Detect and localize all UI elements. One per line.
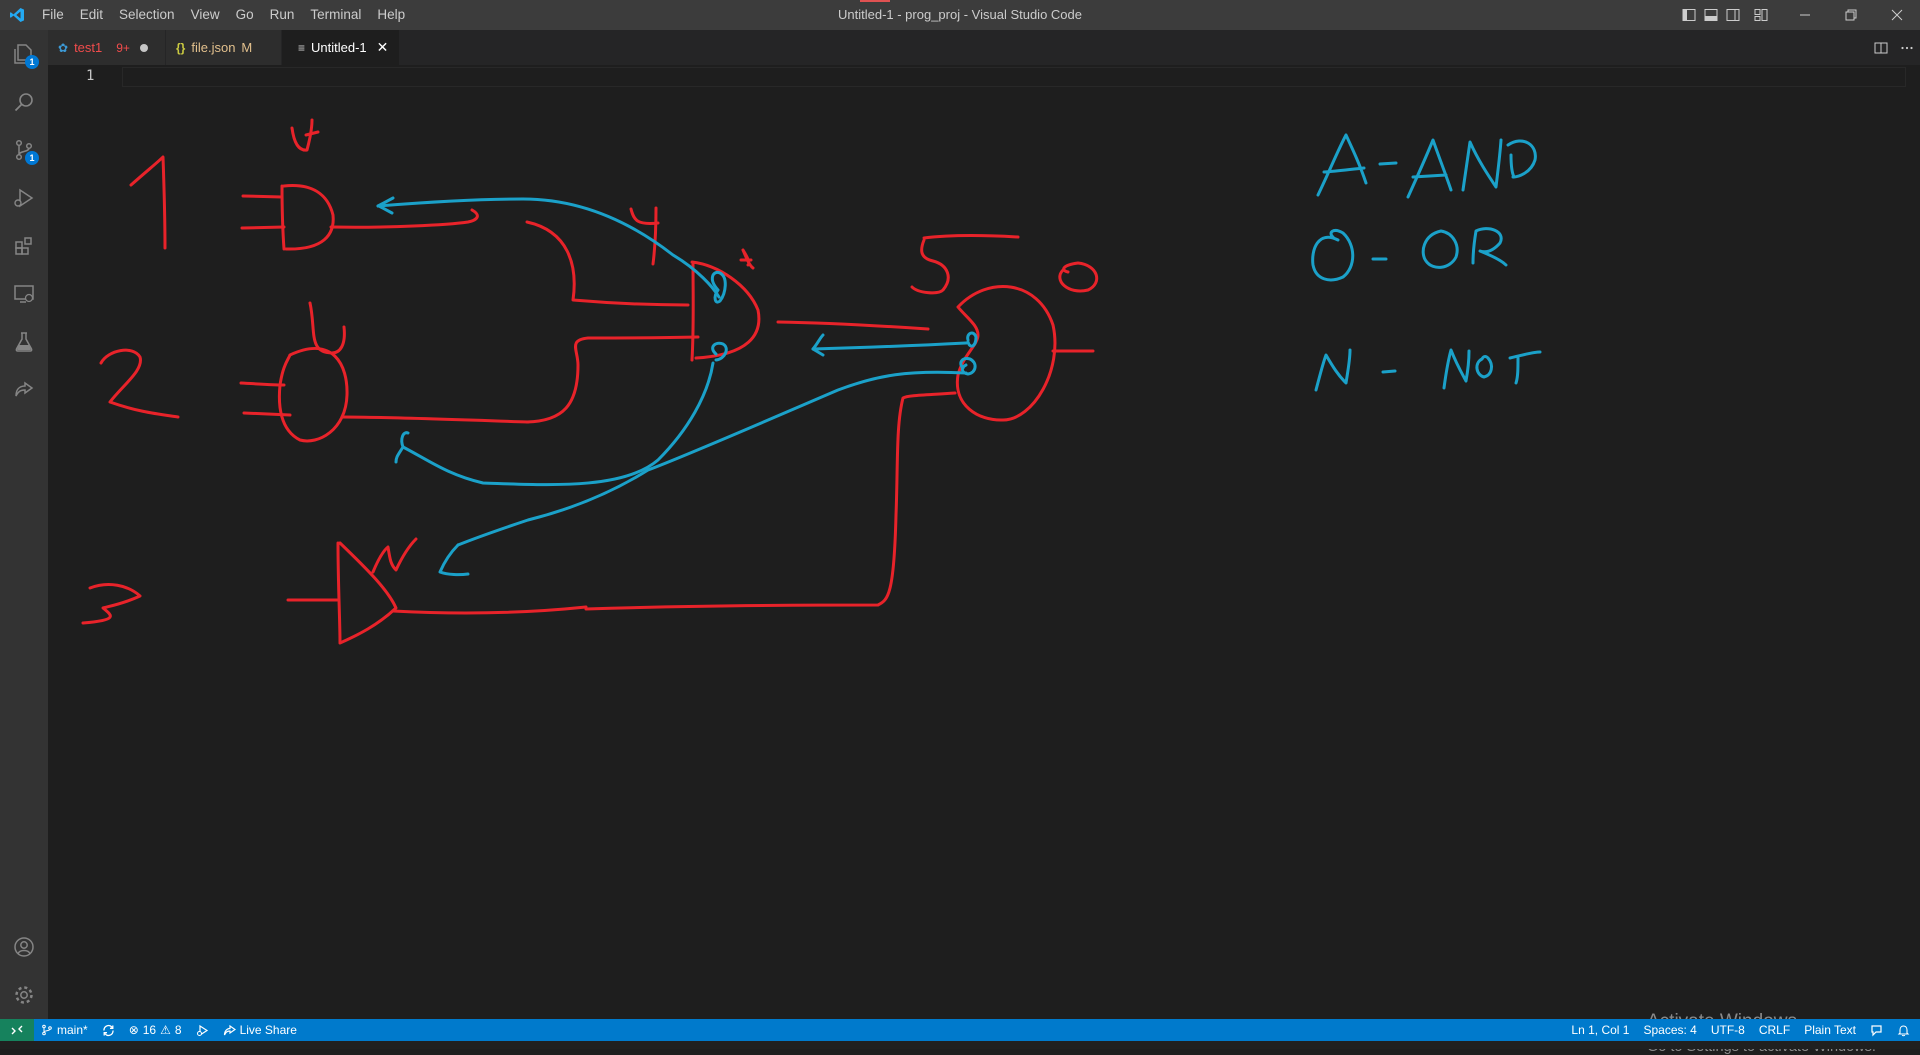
remote-indicator-icon[interactable] xyxy=(0,1019,34,1041)
problems-indicator[interactable]: ⊗ 16 ⚠ 8 xyxy=(122,1019,189,1041)
close-window-icon[interactable] xyxy=(1874,0,1920,30)
tab-label: test1 xyxy=(74,40,103,55)
tab-label: Untitled-1 xyxy=(311,40,367,55)
explorer-badge: 1 xyxy=(25,55,39,69)
source-control-icon[interactable]: 1 xyxy=(0,126,48,174)
editor-area[interactable]: 1 xyxy=(48,65,1920,1055)
run-debug-status-icon[interactable] xyxy=(189,1019,216,1041)
menu-terminal[interactable]: Terminal xyxy=(302,0,369,30)
error-count: 16 xyxy=(142,1023,157,1037)
toggle-primary-sidebar-icon[interactable] xyxy=(1678,0,1700,30)
more-actions-icon[interactable] xyxy=(1894,30,1920,65)
menu-view[interactable]: View xyxy=(183,0,228,30)
red-ink-strokes xyxy=(81,118,1099,645)
source-control-badge: 1 xyxy=(25,151,39,165)
run-debug-icon[interactable] xyxy=(0,174,48,222)
menu-selection[interactable]: Selection xyxy=(111,0,183,30)
git-branch-icon xyxy=(42,1024,52,1036)
editor-tab-bar: ✿ test1 9+ {} file.json M ≡ Untitled-1 ✕ xyxy=(48,30,1920,65)
title-controls xyxy=(1678,0,1920,30)
tab-untitled-1[interactable]: ≡ Untitled-1 ✕ xyxy=(282,30,400,65)
accounts-icon[interactable] xyxy=(0,923,48,971)
logic-circuit-drawing xyxy=(81,118,1542,645)
live-share-status[interactable]: Live Share xyxy=(216,1019,304,1041)
customize-layout-icon[interactable] xyxy=(1750,0,1772,30)
remote-explorer-icon[interactable] xyxy=(0,270,48,318)
json-braces-icon: {} xyxy=(176,40,186,55)
tab-test1[interactable]: ✿ test1 9+ xyxy=(48,30,166,65)
menu-edit[interactable]: Edit xyxy=(72,0,111,30)
warning-icon: ⚠ xyxy=(160,1023,171,1037)
minimize-icon[interactable] xyxy=(1782,0,1828,30)
notifications-bell-icon[interactable] xyxy=(1890,1019,1920,1041)
testing-icon[interactable] xyxy=(0,318,48,366)
sync-icon[interactable] xyxy=(95,1019,122,1041)
editor-actions xyxy=(1868,30,1920,65)
tab-label: file.json xyxy=(191,40,236,55)
toggle-secondary-sidebar-icon[interactable] xyxy=(1722,0,1744,30)
menu-file[interactable]: File xyxy=(34,0,72,30)
title-bar: File Edit Selection View Go Run Terminal… xyxy=(0,0,1920,30)
indentation[interactable]: Spaces: 4 xyxy=(1636,1019,1703,1041)
activity-bar: 1 1 xyxy=(0,30,48,1019)
branch-name: main* xyxy=(57,1023,88,1037)
menu-help[interactable]: Help xyxy=(369,0,413,30)
status-bar: main* ⊗ 16 ⚠ 8 Live Share Ln 1, Col 1 Sp… xyxy=(0,1019,1920,1041)
status-bar-right: Ln 1, Col 1 Spaces: 4 UTF-8 CRLF Plain T… xyxy=(1564,1019,1920,1041)
live-share-status-icon xyxy=(223,1024,236,1035)
os-taskbar-strip xyxy=(0,1041,1920,1049)
python-icon: ✿ xyxy=(58,40,69,55)
tab-git-status: M xyxy=(241,40,253,55)
manage-gear-icon[interactable] xyxy=(0,971,48,1019)
language-mode[interactable]: Plain Text xyxy=(1797,1019,1863,1041)
live-share-icon[interactable] xyxy=(0,366,48,414)
tab-problems-count: 9+ xyxy=(116,40,130,55)
menu-run[interactable]: Run xyxy=(262,0,303,30)
vscode-logo-icon xyxy=(0,0,34,30)
cursor-position[interactable]: Ln 1, Col 1 xyxy=(1564,1019,1636,1041)
encoding[interactable]: UTF-8 xyxy=(1704,1019,1752,1041)
split-editor-icon[interactable] xyxy=(1868,30,1894,65)
explorer-icon[interactable]: 1 xyxy=(0,30,48,78)
toggle-panel-icon[interactable] xyxy=(1700,0,1722,30)
menu-bar: File Edit Selection View Go Run Terminal… xyxy=(34,0,413,30)
warning-count: 8 xyxy=(174,1023,182,1037)
text-file-icon: ≡ xyxy=(298,40,306,55)
extensions-icon[interactable] xyxy=(0,222,48,270)
live-share-label: Live Share xyxy=(239,1023,297,1037)
blue-ink-strokes xyxy=(376,133,1542,577)
restore-icon[interactable] xyxy=(1828,0,1874,30)
git-branch[interactable]: main* xyxy=(34,1019,95,1041)
menu-go[interactable]: Go xyxy=(228,0,262,30)
close-tab-icon[interactable]: ✕ xyxy=(377,39,389,56)
unsaved-dot-icon[interactable] xyxy=(139,43,148,52)
title-accent-line xyxy=(860,0,890,2)
error-icon: ⊗ xyxy=(128,1023,139,1037)
tab-file-json[interactable]: {} file.json M xyxy=(166,30,282,65)
search-icon[interactable] xyxy=(0,78,48,126)
end-of-line[interactable]: CRLF xyxy=(1752,1019,1797,1041)
feedback-icon[interactable] xyxy=(1863,1019,1890,1041)
